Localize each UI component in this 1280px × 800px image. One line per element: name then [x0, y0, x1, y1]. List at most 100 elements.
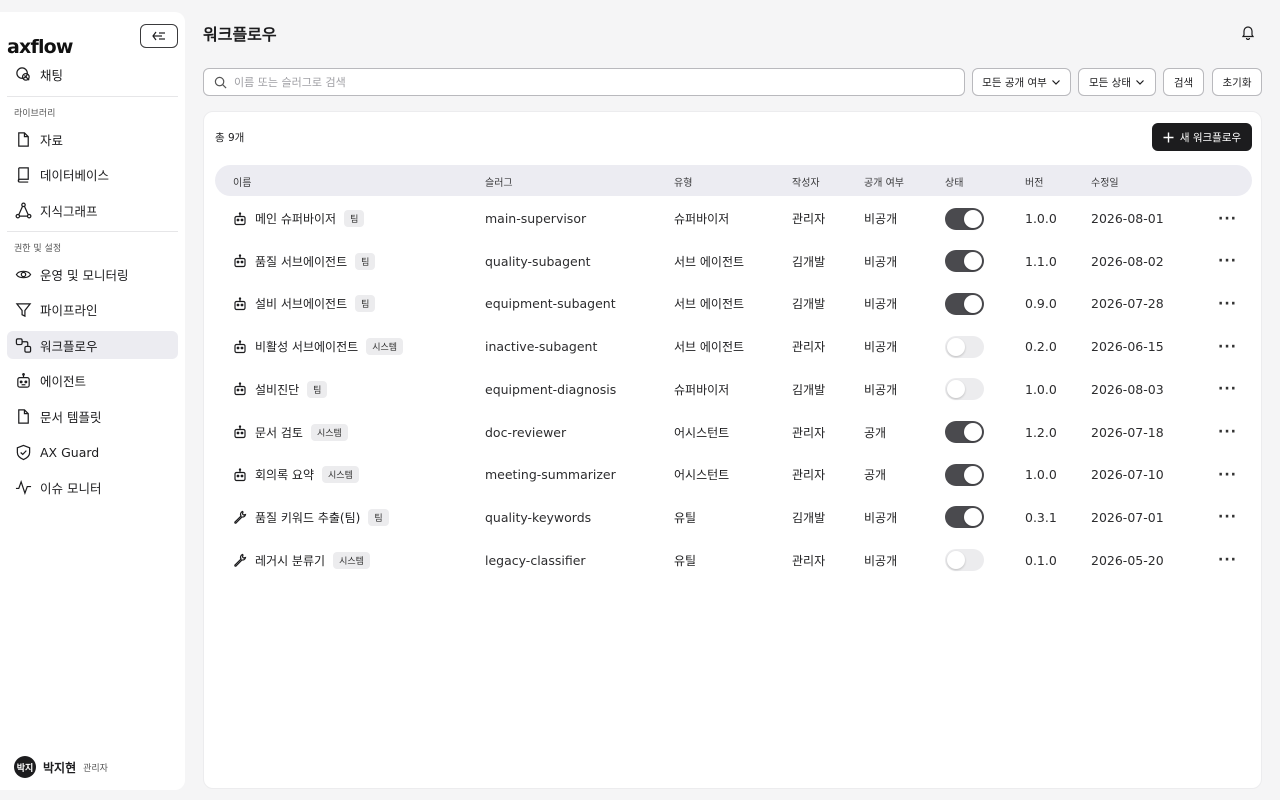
search-button[interactable]: 검색: [1163, 68, 1204, 96]
more-actions-button[interactable]: ···: [1218, 368, 1237, 411]
status-toggle[interactable]: [945, 207, 984, 230]
more-actions-button[interactable]: ···: [1218, 240, 1237, 283]
document-icon: [18, 131, 29, 147]
search-icon: [214, 76, 227, 88]
more-actions-button[interactable]: ···: [1218, 411, 1237, 454]
sidebar-collapse-button[interactable]: [140, 24, 178, 48]
status-toggle[interactable]: [945, 463, 984, 486]
workflow-type: 슈퍼바이저: [674, 382, 730, 397]
workflow-name-cell[interactable]: 품질 키워드 추출(팀) 팀: [233, 496, 389, 539]
sidebar-item-monitoring[interactable]: 운영 및 모니터링: [7, 260, 178, 288]
more-actions-button[interactable]: ···: [1218, 453, 1237, 496]
new-workflow-button[interactable]: 새 워크플로우: [1152, 123, 1252, 151]
workflow-version: 1.2.0: [1025, 424, 1057, 440]
workflow-updated: 2026-08-02: [1091, 253, 1164, 269]
avatar: 박지: [14, 756, 36, 778]
sidebar-item-label: 이슈 모니터: [40, 480, 102, 496]
status-filter-select[interactable]: 모든 상태: [1078, 68, 1156, 96]
column-header-slug[interactable]: 슬러그: [485, 174, 513, 189]
workflow-name-cell[interactable]: 설비진단 팀: [233, 368, 328, 411]
column-header-status[interactable]: 상태: [945, 174, 963, 189]
table-row[interactable]: 회의록 요약 시스템 meeting-summarizer 어시스턴트 관리자 공개 1.0…: [204, 453, 1263, 496]
sidebar-item-knowledge-graph[interactable]: 지식그래프: [7, 196, 178, 224]
workflow-list-card: 총 9개 새 워크플로우 이름 슬러그 유형 작성자 공개 여부 상태 버전 수…: [203, 111, 1262, 789]
workflow-version: 0.9.0: [1025, 296, 1057, 312]
workflow-version: 1.0.0: [1025, 381, 1057, 397]
workflow-name-cell[interactable]: 비활성 서브에이전트 시스템: [233, 325, 404, 368]
workflow-version: 1.1.0: [1025, 253, 1057, 269]
workflow-author: 김개발: [792, 382, 826, 397]
sidebar-item-chat[interactable]: 채팅: [7, 60, 178, 88]
column-header-name[interactable]: 이름: [233, 174, 251, 189]
collapse-sidebar-icon: [152, 31, 165, 41]
sidebar-item-doc-templates[interactable]: 문서 템플릿: [7, 402, 178, 430]
reset-button[interactable]: 초기화: [1212, 68, 1262, 96]
more-actions-button[interactable]: ···: [1218, 496, 1237, 539]
status-toggle[interactable]: [945, 250, 984, 273]
workflow-name-cell[interactable]: 품질 서브에이전트 팀: [233, 240, 376, 283]
status-cell: [945, 368, 984, 411]
page-title: 워크플로우: [203, 25, 277, 44]
sidebar-item-workflow[interactable]: 워크플로우: [7, 331, 178, 359]
workflow-icon: [15, 337, 32, 353]
activity-icon: [15, 479, 32, 495]
status-toggle[interactable]: [945, 549, 984, 572]
table-row[interactable]: 설비 서브에이전트 팀 equipment-subagent 서브 에이전트 김개발 비공…: [204, 282, 1263, 325]
app-logo[interactable]: axflow: [7, 36, 73, 58]
sidebar-item-issue-monitor[interactable]: 이슈 모니터: [7, 473, 178, 501]
column-header-version[interactable]: 버전: [1025, 174, 1043, 189]
sidebar-item-database[interactable]: 데이터베이스: [7, 160, 178, 188]
toggle-knob: [964, 294, 982, 313]
workflow-version: 1.0.0: [1025, 467, 1057, 483]
table-row[interactable]: 문서 검토 시스템 doc-reviewer 어시스턴트 관리자 공개 1.2.0 2026-…: [204, 411, 1263, 454]
sidebar-item-label: 에이전트: [40, 373, 87, 389]
more-actions-button[interactable]: ···: [1218, 282, 1237, 325]
table-row[interactable]: 비활성 서브에이전트 시스템 inactive-subagent 서브 에이전트 관리자…: [204, 325, 1263, 368]
column-header-type[interactable]: 유형: [674, 174, 692, 189]
visibility-filter-select[interactable]: 모든 공개 여부: [972, 68, 1071, 96]
table-row[interactable]: 레거시 분류기 시스템 legacy-classifier 유틸 관리자 비공개 0.1.0…: [204, 539, 1263, 582]
sidebar-item-label: AX Guard: [40, 444, 100, 460]
robot-icon: [234, 382, 246, 396]
status-toggle[interactable]: [945, 335, 984, 358]
workflow-name-cell[interactable]: 설비 서브에이전트 팀: [233, 282, 376, 325]
table-row[interactable]: 메인 슈퍼바이저 팀 main-supervisor 슈퍼바이저 관리자 비공개 1.0.0…: [204, 197, 1263, 240]
workflow-author: 김개발: [792, 254, 826, 269]
workflow-slug: main-supervisor: [485, 211, 587, 226]
more-actions-button[interactable]: ···: [1218, 325, 1237, 368]
column-header-updated[interactable]: 수정일: [1091, 174, 1119, 189]
more-actions-button[interactable]: ···: [1218, 197, 1237, 240]
workflow-author: 관리자: [792, 468, 826, 483]
table-row[interactable]: 품질 서브에이전트 팀 quality-subagent 서브 에이전트 김개발 비공개 1…: [204, 240, 1263, 283]
status-toggle[interactable]: [945, 421, 984, 443]
workflow-name-cell[interactable]: 문서 검토 시스템: [233, 411, 348, 454]
table-row[interactable]: 품질 키워드 추출(팀) 팀 quality-keywords 유틸 김개발 비공개 0.3…: [204, 496, 1263, 539]
toggle-knob: [964, 209, 982, 228]
sidebar-item-pipeline[interactable]: 파이프라인: [7, 295, 178, 323]
status-toggle[interactable]: [945, 506, 984, 529]
sidebar-item-materials[interactable]: 자료: [7, 125, 178, 153]
status-toggle[interactable]: [945, 292, 984, 315]
more-actions-button[interactable]: ···: [1218, 539, 1237, 582]
column-header-visibility[interactable]: 공개 여부: [864, 174, 904, 189]
column-header-author[interactable]: 작성자: [792, 174, 820, 189]
search-box[interactable]: [203, 68, 965, 96]
workflow-visibility: 비공개: [864, 510, 898, 525]
workflow-version: 0.1.0: [1025, 552, 1057, 568]
table-row[interactable]: 설비진단 팀 equipment-diagnosis 슈퍼바이저 김개발 비공개 1.0.0…: [204, 368, 1263, 411]
search-input[interactable]: [234, 75, 934, 89]
workflow-name-cell[interactable]: 레거시 분류기 시스템: [233, 539, 370, 582]
workflow-name-cell[interactable]: 메인 슈퍼바이저 팀: [233, 197, 365, 240]
plus-icon: [1163, 132, 1174, 142]
bell-icon[interactable]: [1240, 24, 1256, 40]
robot-icon: [234, 254, 246, 268]
toggle-knob: [964, 252, 982, 271]
robot-icon: [234, 425, 246, 439]
sidebar-item-agent[interactable]: 에이전트: [7, 366, 178, 394]
status-toggle[interactable]: [945, 378, 984, 401]
user-profile[interactable]: 박지 박지현 관리자: [14, 756, 108, 778]
workflow-updated: 2026-06-15: [1091, 339, 1164, 355]
sidebar-item-ax-guard[interactable]: AX Guard: [7, 438, 178, 466]
workflow-name-cell[interactable]: 회의록 요약 시스템: [233, 453, 359, 496]
document-icon: [18, 408, 29, 424]
